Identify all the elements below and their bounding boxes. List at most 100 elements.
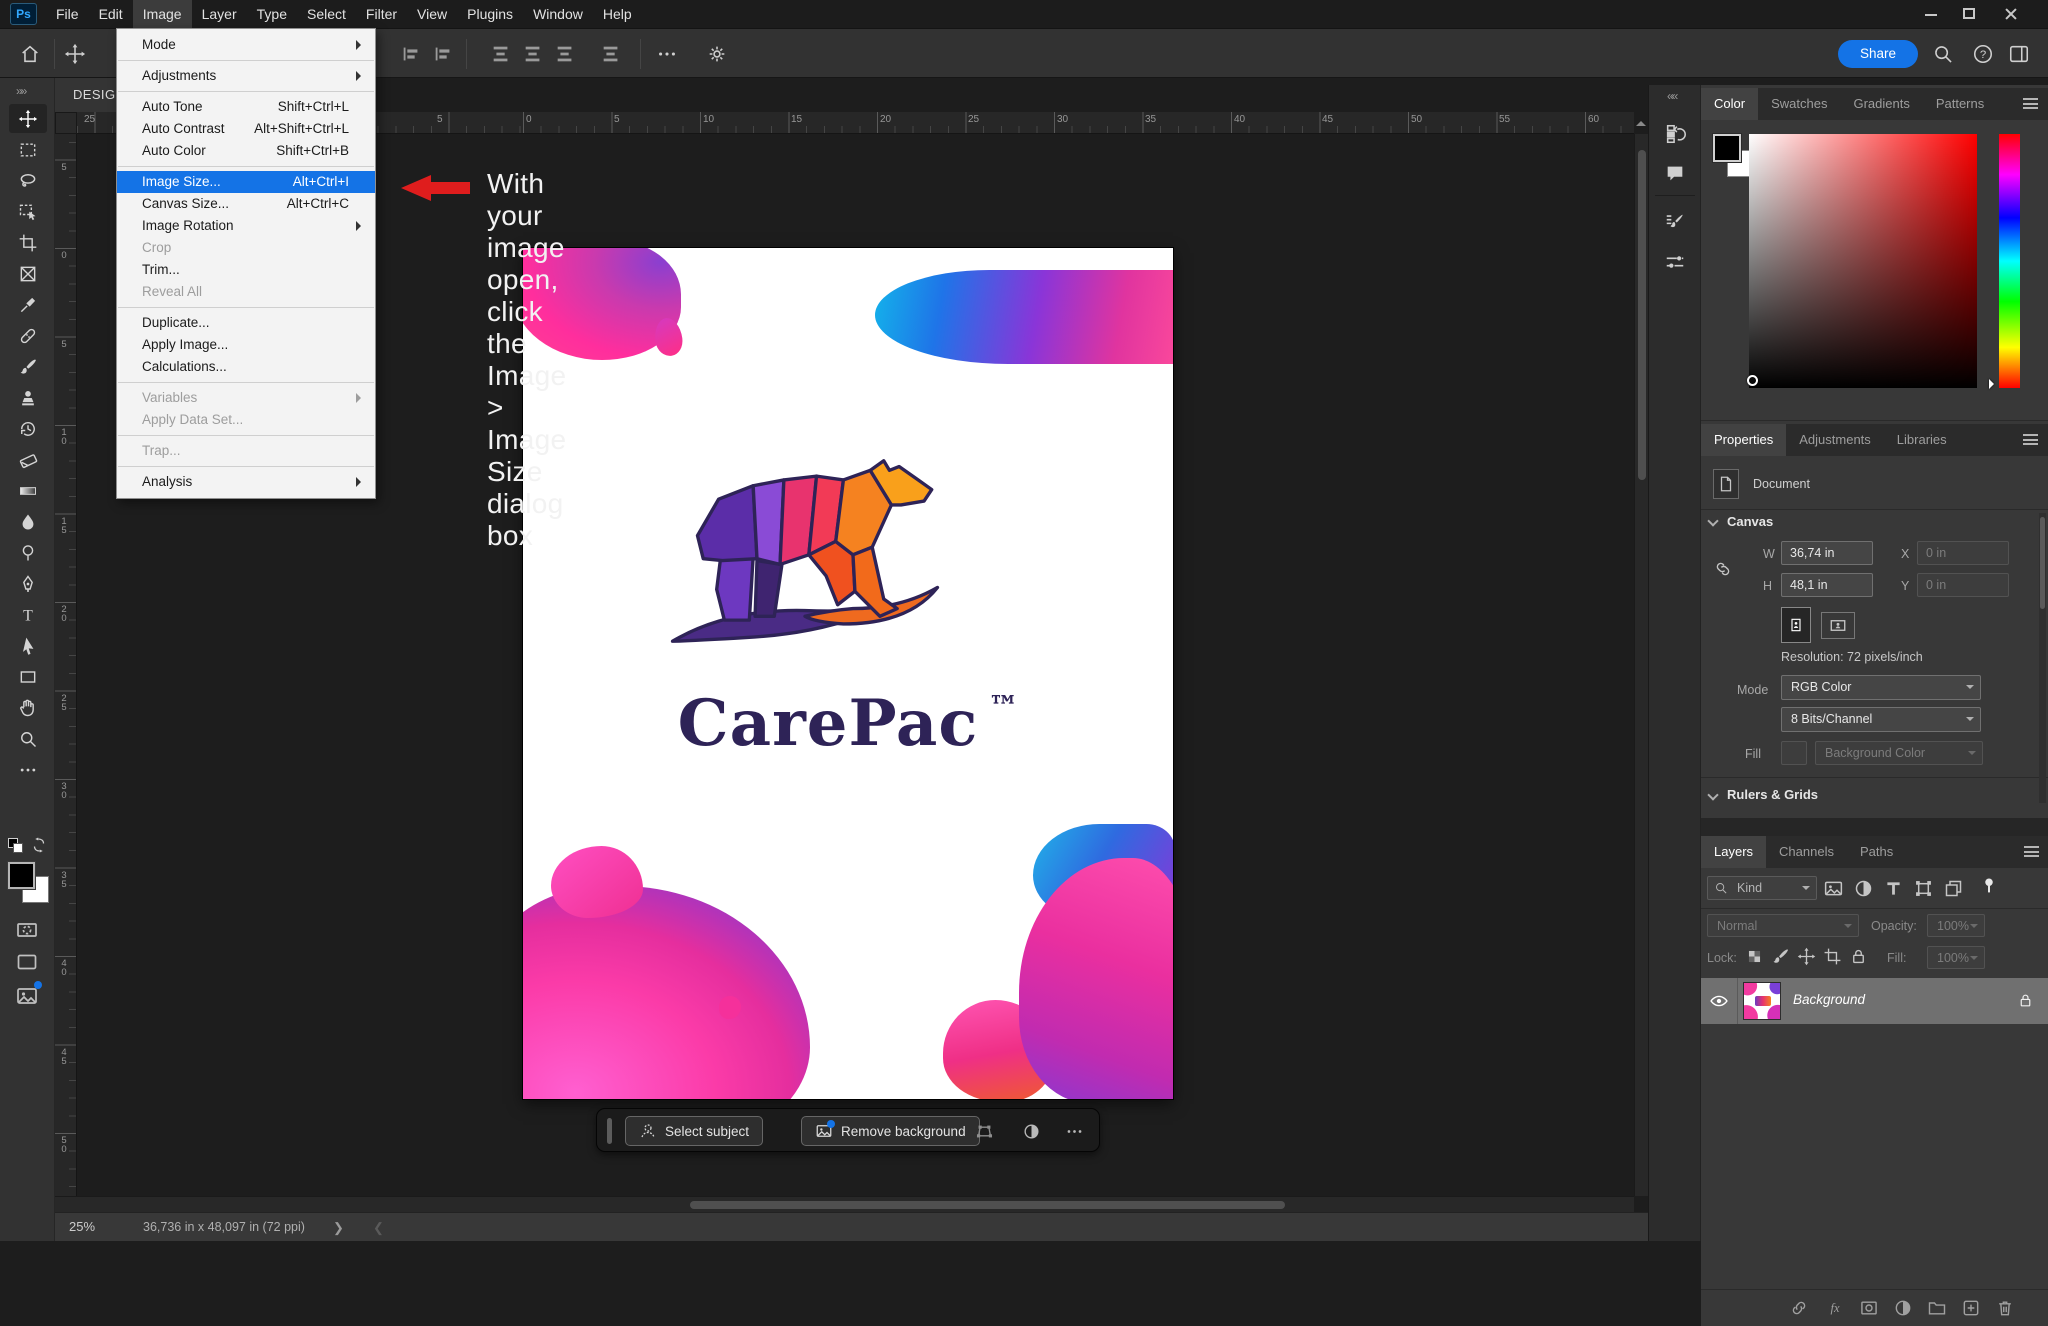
properties-panel-menu-icon[interactable] (2023, 434, 2038, 445)
minimize-button[interactable] (1912, 0, 1950, 28)
menu-item-analysis[interactable]: Analysis (117, 471, 375, 493)
home-icon[interactable] (19, 43, 41, 65)
menu-item-auto-contrast[interactable]: Auto ContrastAlt+Shift+Ctrl+L (117, 118, 375, 140)
color-selection-ring[interactable] (1747, 375, 1758, 386)
distribute-top-icon[interactable] (490, 43, 512, 65)
properties-scroll-thumb[interactable] (2040, 517, 2045, 609)
zoom-level[interactable]: 25% (69, 1219, 95, 1234)
hue-slider-marker[interactable] (1989, 379, 1999, 389)
move-tool-options-icon[interactable] (64, 43, 86, 65)
menu-item-trim[interactable]: Trim... (117, 259, 375, 281)
workspace-switcher-icon[interactable] (2008, 43, 2030, 65)
brush-settings-panel-icon[interactable] (1664, 211, 1686, 233)
maximize-button[interactable] (1950, 0, 1988, 28)
width-field[interactable]: 36,74 in (1781, 541, 1873, 565)
tab-libraries[interactable]: Libraries (1884, 424, 1960, 456)
landscape-orientation-button[interactable] (1821, 612, 1855, 639)
close-button[interactable] (1992, 0, 2030, 28)
align-left-icon[interactable] (400, 43, 422, 65)
new-group-icon[interactable] (1927, 1298, 1947, 1318)
taskbar-drag-handle[interactable] (607, 1118, 612, 1144)
brush-tool[interactable] (9, 352, 47, 381)
vertical-scroll-thumb[interactable] (1638, 150, 1646, 480)
hue-slider[interactable] (1999, 134, 2020, 388)
canvas-section-header[interactable]: Canvas (1727, 514, 1773, 529)
filter-adjustment-layers-icon[interactable] (1853, 878, 1874, 899)
tab-gradients[interactable]: Gradients (1840, 88, 1922, 120)
pen-tool[interactable] (9, 569, 47, 598)
remove-background-button[interactable]: Remove background (801, 1116, 980, 1146)
tab-adjustments[interactable]: Adjustments (1786, 424, 1884, 456)
adjustments-icon[interactable] (1022, 1122, 1041, 1141)
lock-pixels-icon[interactable] (1771, 947, 1790, 966)
height-field[interactable]: 48,1 in (1781, 573, 1873, 597)
crop-tool[interactable] (9, 228, 47, 257)
tab-layers[interactable]: Layers (1701, 836, 1766, 868)
filter-type-layers-icon[interactable] (1883, 878, 1904, 899)
layer-row-background[interactable]: Background (1701, 978, 2048, 1024)
status-chevron-icon[interactable]: ❯ (333, 1220, 344, 1236)
scroll-up-icon[interactable] (1636, 116, 1646, 126)
link-dimensions-icon[interactable] (1705, 559, 1741, 579)
menubar-image[interactable]: Image (133, 0, 192, 28)
object-selection-tool[interactable] (9, 197, 47, 226)
menu-item-duplicate[interactable]: Duplicate... (117, 312, 375, 334)
vertical-scrollbar[interactable] (1634, 134, 1648, 1196)
tab-patterns[interactable]: Patterns (1923, 88, 1997, 120)
history-brush-tool[interactable] (9, 414, 47, 443)
lasso-tool[interactable] (9, 166, 47, 195)
gear-icon[interactable] (706, 43, 728, 65)
add-mask-icon[interactable] (1859, 1298, 1879, 1318)
blur-tool[interactable] (9, 507, 47, 536)
properties-scrollbar[interactable] (2039, 513, 2046, 803)
artboard[interactable]: CarePac™ (523, 248, 1173, 1099)
delete-layer-icon[interactable] (1995, 1298, 2015, 1318)
search-icon[interactable] (1932, 43, 1954, 65)
move-tool[interactable] (9, 104, 47, 133)
menu-item-canvas-size[interactable]: Canvas Size...Alt+Ctrl+C (117, 193, 375, 215)
help-icon[interactable]: ? (1972, 43, 1994, 65)
menubar-edit[interactable]: Edit (89, 0, 133, 28)
menubar-filter[interactable]: Filter (356, 0, 407, 28)
layers-panel-menu-icon[interactable] (2024, 846, 2039, 857)
portrait-orientation-button[interactable] (1781, 607, 1811, 643)
default-colors-icon[interactable] (8, 838, 24, 854)
comments-panel-icon[interactable] (1664, 163, 1686, 185)
filter-shape-layers-icon[interactable] (1913, 878, 1934, 899)
rectangle-tool[interactable] (9, 662, 47, 691)
menubar-help[interactable]: Help (593, 0, 642, 28)
rulers-grids-chevron-icon[interactable] (1707, 789, 1718, 800)
dodge-tool[interactable] (9, 538, 47, 567)
distribute-middle-icon[interactable] (522, 43, 544, 65)
history-panel-icon[interactable] (1664, 123, 1686, 145)
lock-artboard-icon[interactable] (1823, 947, 1842, 966)
layer-thumbnail[interactable] (1743, 982, 1781, 1020)
menubar-type[interactable]: Type (247, 0, 297, 28)
distribute-horizontal-icon[interactable] (600, 43, 622, 65)
share-button[interactable]: Share (1838, 40, 1918, 68)
tool-options-panel-icon[interactable] (1664, 251, 1686, 273)
new-layer-icon[interactable] (1961, 1298, 1981, 1318)
frame-tool[interactable] (9, 259, 47, 288)
screen-mode-icon[interactable] (15, 950, 39, 974)
menubar-file[interactable]: File (46, 0, 89, 28)
tab-paths[interactable]: Paths (1847, 836, 1906, 868)
menubar-view[interactable]: View (407, 0, 457, 28)
menu-item-auto-tone[interactable]: Auto ToneShift+Ctrl+L (117, 96, 375, 118)
filter-smart-objects-icon[interactable] (1943, 878, 1964, 899)
taskbar-more-icon[interactable] (1065, 1122, 1084, 1141)
eraser-tool[interactable] (9, 445, 47, 474)
filter-pixel-layers-icon[interactable] (1823, 878, 1844, 899)
layer-filter-kind-select[interactable]: Kind (1707, 876, 1817, 900)
foreground-color-swatch[interactable] (8, 862, 35, 889)
filter-toggle-icon[interactable] (1979, 874, 1999, 898)
menu-item-adjustments[interactable]: Adjustments (117, 65, 375, 87)
eyedropper-tool[interactable] (9, 290, 47, 319)
color-saturation-field[interactable] (1749, 134, 1977, 388)
menu-item-mode[interactable]: Mode (117, 34, 375, 56)
menubar-select[interactable]: Select (297, 0, 356, 28)
select-subject-button[interactable]: Select subject (625, 1116, 763, 1146)
menubar-layer[interactable]: Layer (192, 0, 247, 28)
layer-styles-icon[interactable]: fx (1825, 1298, 1845, 1318)
link-layers-icon[interactable] (1789, 1298, 1809, 1318)
